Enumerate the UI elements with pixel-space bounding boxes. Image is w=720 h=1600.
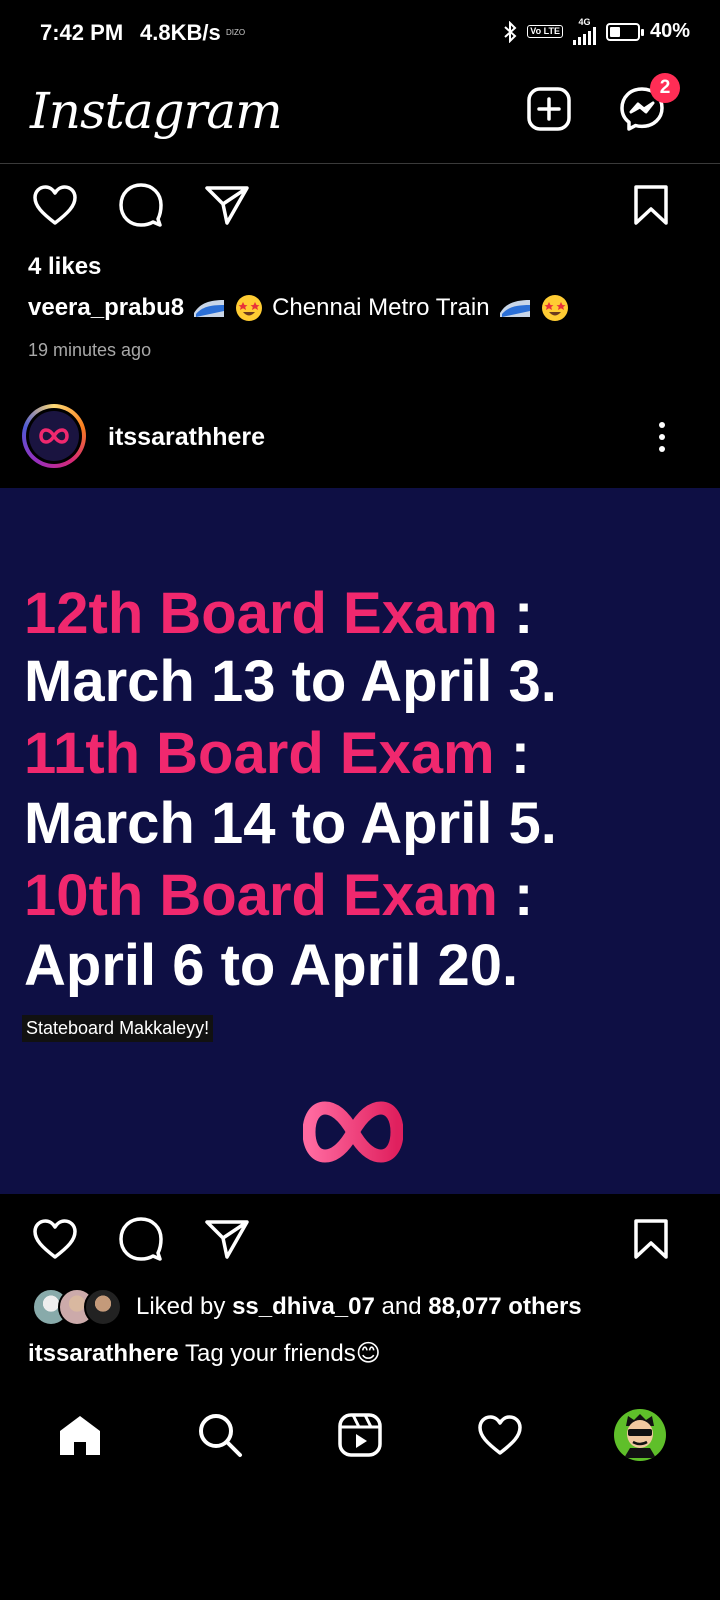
volte-label: Vo LTE xyxy=(530,26,560,36)
comment-icon xyxy=(119,183,163,227)
prev-like-button[interactable] xyxy=(28,178,82,232)
post-image[interactable]: 12th Board Exam : March 13 to April 3. 1… xyxy=(0,488,720,1194)
comment-icon xyxy=(119,1217,163,1261)
image-line-5-title: 10th Board Exam xyxy=(24,863,498,928)
share-button[interactable] xyxy=(200,1212,254,1266)
profile-avatar xyxy=(614,1409,666,1461)
post-username[interactable]: itssarathhere xyxy=(108,423,265,452)
nav-activity[interactable] xyxy=(465,1400,535,1470)
signal-group: 4G xyxy=(572,17,596,45)
more-dot-icon xyxy=(659,434,665,440)
profile-cartoon-icon xyxy=(624,1414,656,1458)
prev-caption-row: veera_prabu8 Chennai Metro Train xyxy=(28,293,570,323)
nav-reels[interactable] xyxy=(325,1400,395,1470)
prev-username[interactable]: veera_prabu8 xyxy=(28,294,184,322)
bookmark-icon xyxy=(634,185,668,225)
network-type: 4G xyxy=(578,17,591,27)
image-line-1: 12th Board Exam : xyxy=(24,580,533,647)
prev-save-button[interactable] xyxy=(624,178,678,232)
image-line-6: April 6 to April 20. xyxy=(24,933,519,998)
prev-comment-button[interactable] xyxy=(114,178,168,232)
image-line-5: 10th Board Exam : xyxy=(24,862,533,929)
more-dot-icon xyxy=(659,422,665,428)
infinity-logo-icon xyxy=(303,1101,403,1163)
liked-by-others[interactable]: 88,077 others xyxy=(428,1293,581,1320)
header-divider xyxy=(0,163,720,164)
nav-search[interactable] xyxy=(185,1400,255,1470)
battery-percent: 40% xyxy=(649,20,690,42)
save-button[interactable] xyxy=(624,1212,678,1266)
status-net-speed: 4.8KB/s xyxy=(140,20,221,45)
liked-by-text: Liked by ss_dhiva_07 and 88,077 others xyxy=(136,1293,582,1321)
like-button[interactable] xyxy=(28,1212,82,1266)
post-caption-row: itssarathhere Tag your friends😊 xyxy=(28,1339,381,1368)
post-caption: Tag your friends😊 xyxy=(184,1340,381,1367)
post-more-options-button[interactable] xyxy=(642,412,682,462)
instagram-logo[interactable]: Instagram xyxy=(30,82,283,140)
image-line-1-colon: : xyxy=(497,581,534,646)
liker-avatar xyxy=(84,1288,122,1326)
nav-profile[interactable] xyxy=(605,1400,675,1470)
share-icon xyxy=(205,1220,249,1259)
liked-by-row[interactable]: Liked by ss_dhiva_07 and 88,077 others xyxy=(32,1288,582,1326)
image-line-4: March 14 to April 5. xyxy=(24,791,557,856)
image-tagline: Stateboard Makkaleyy! xyxy=(22,1015,214,1042)
liked-by-username[interactable]: ss_dhiva_07 xyxy=(232,1293,375,1320)
battery-icon xyxy=(605,22,644,41)
search-icon xyxy=(199,1414,242,1457)
image-line-1-title: 12th Board Exam xyxy=(24,581,498,646)
share-icon xyxy=(205,186,249,225)
image-line-5-colon: : xyxy=(497,863,534,928)
image-line-3-title: 11th Board Exam xyxy=(24,721,495,786)
activity-heart-icon xyxy=(478,1415,522,1455)
more-dot-icon xyxy=(659,446,665,452)
volte-icon: Vo LTE xyxy=(527,25,563,38)
infinity-logo-icon xyxy=(39,428,69,444)
image-line-3-colon: : xyxy=(494,721,531,786)
comment-button[interactable] xyxy=(114,1212,168,1266)
status-speed-tag: DIZO xyxy=(226,28,246,37)
star-struck-emoji-icon xyxy=(236,295,263,321)
plus-square-icon xyxy=(527,87,571,131)
post-avatar[interactable] xyxy=(22,404,86,468)
star-struck-emoji-icon xyxy=(541,295,568,321)
home-icon xyxy=(60,1416,100,1455)
prev-share-button[interactable] xyxy=(200,178,254,232)
status-time: 7:42 PM xyxy=(40,20,124,45)
prev-likes-count[interactable]: 4 likes xyxy=(28,253,101,281)
prev-time-ago: 19 minutes ago xyxy=(28,340,152,360)
heart-icon xyxy=(33,1219,77,1259)
messages-badge: 2 xyxy=(650,73,680,103)
signal-bars-icon xyxy=(572,27,596,45)
battery-fill xyxy=(609,26,620,37)
liked-by-prefix: Liked by xyxy=(136,1293,233,1320)
train-emoji-icon xyxy=(499,300,530,317)
train-emoji-icon xyxy=(194,300,225,317)
bottom-navigation xyxy=(0,1395,720,1475)
reels-icon xyxy=(338,1413,382,1457)
heart-icon xyxy=(33,185,77,225)
status-right-group: Vo LTE 4G 40% xyxy=(503,18,690,45)
prev-caption: Chennai Metro Train xyxy=(272,294,490,321)
liked-by-and: and xyxy=(374,1293,429,1320)
bookmark-icon xyxy=(634,1219,668,1259)
image-line-3: 11th Board Exam : xyxy=(24,720,530,787)
status-bar: 7:42 PM 4.8KB/s DIZO Vo LTE 4G 40% xyxy=(0,0,720,70)
bluetooth-icon xyxy=(504,20,517,43)
liker-avatars xyxy=(32,1288,122,1326)
image-line-2: March 13 to April 3. xyxy=(24,649,557,714)
nav-home[interactable] xyxy=(45,1400,115,1470)
caption-username[interactable]: itssarathhere xyxy=(28,1340,179,1367)
new-post-button[interactable] xyxy=(525,85,573,133)
